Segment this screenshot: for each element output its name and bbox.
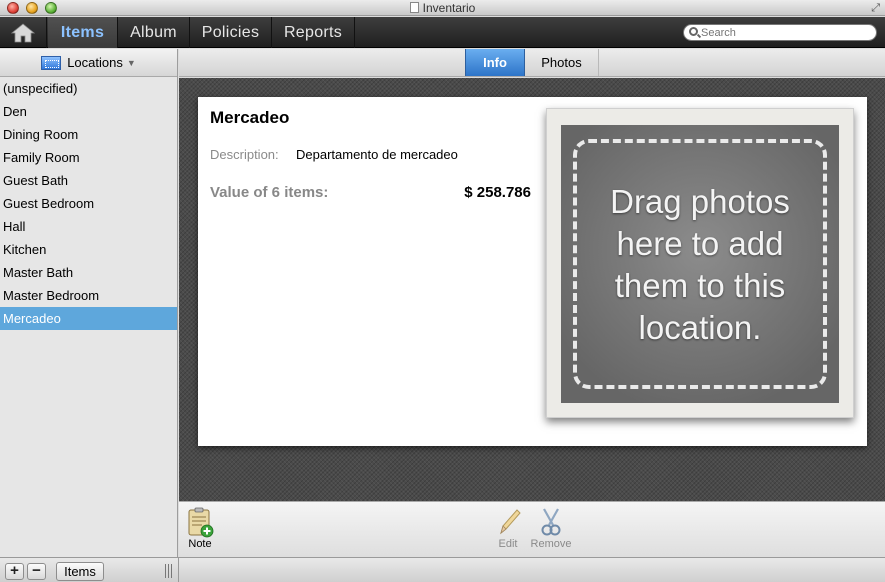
edit-button[interactable]: Edit — [484, 506, 532, 550]
tab-album[interactable]: Album — [118, 17, 190, 48]
detail-tab-bar: Info Photos — [179, 49, 885, 77]
tab-reports[interactable]: Reports — [272, 17, 355, 48]
locations-popup[interactable]: Locations ▼ — [0, 49, 177, 77]
add-location-button[interactable]: + — [5, 563, 24, 580]
location-item[interactable]: Master Bedroom — [0, 284, 177, 307]
location-item[interactable]: Family Room — [0, 146, 177, 169]
description-label: Description: — [210, 147, 279, 162]
photo-drop-frame[interactable]: Drag photos here to add them to this loc… — [546, 108, 854, 418]
search-field[interactable] — [683, 24, 877, 41]
photo-drop-zone[interactable]: Drag photos here to add them to this loc… — [561, 125, 839, 403]
footer-divider — [178, 558, 179, 582]
locations-list: (unspecified) Den Dining Room Family Roo… — [0, 77, 177, 330]
photo-drop-text: Drag photos here to add them to this loc… — [610, 183, 790, 346]
scissors-icon — [541, 508, 561, 536]
window-title: Inventario — [422, 1, 476, 15]
location-item[interactable]: (unspecified) — [0, 77, 177, 100]
note-label: Note — [188, 538, 212, 550]
search-input[interactable] — [701, 26, 871, 39]
items-button[interactable]: Items — [56, 562, 104, 581]
tab-items[interactable]: Items — [48, 17, 118, 48]
home-button[interactable] — [0, 17, 47, 48]
location-item[interactable]: Master Bath — [0, 261, 177, 284]
tab-photos[interactable]: Photos — [525, 49, 599, 76]
window-title-container: Inventario — [0, 1, 885, 15]
pencil-icon — [500, 509, 521, 535]
note-icon — [188, 507, 214, 538]
fullscreen-icon[interactable]: ⤢ — [871, 2, 880, 15]
location-item[interactable]: Guest Bath — [0, 169, 177, 192]
search-icon — [689, 27, 698, 36]
location-item[interactable]: Den — [0, 100, 177, 123]
home-icon — [11, 22, 35, 42]
document-icon — [409, 2, 419, 13]
location-item[interactable]: Dining Room — [0, 123, 177, 146]
tab-policies[interactable]: Policies — [190, 17, 272, 48]
value-amount: $ 258.786 — [464, 184, 531, 201]
locations-label: Locations — [67, 55, 123, 70]
location-item[interactable]: Hall — [0, 215, 177, 238]
footer-bar: + − Items — [0, 557, 885, 582]
location-item[interactable]: Kitchen — [0, 238, 177, 261]
sidebar: Locations ▼ (unspecified) Den Dining Roo… — [0, 49, 178, 557]
locations-icon — [41, 55, 62, 70]
chevron-down-icon: ▼ — [126, 57, 136, 68]
remove-button[interactable]: Remove — [527, 506, 575, 550]
remove-location-button[interactable]: − — [27, 563, 46, 580]
value-label: Value of 6 items: — [210, 184, 329, 201]
description-value[interactable]: Departamento de mercadeo — [296, 147, 458, 162]
location-item[interactable]: Guest Bedroom — [0, 192, 177, 215]
location-item-selected[interactable]: Mercadeo — [0, 307, 177, 330]
title-bar: Inventario ⤢ — [0, 0, 885, 16]
location-title: Mercadeo — [210, 108, 290, 127]
action-bar: Note Edit Remove — [179, 501, 885, 557]
edit-label: Edit — [498, 538, 518, 550]
note-button[interactable]: Note — [176, 506, 224, 550]
resize-grip-icon[interactable] — [165, 564, 172, 578]
tab-info[interactable]: Info — [465, 49, 525, 76]
main-toolbar: Items Album Policies Reports — [0, 17, 885, 48]
remove-label: Remove — [530, 538, 572, 550]
